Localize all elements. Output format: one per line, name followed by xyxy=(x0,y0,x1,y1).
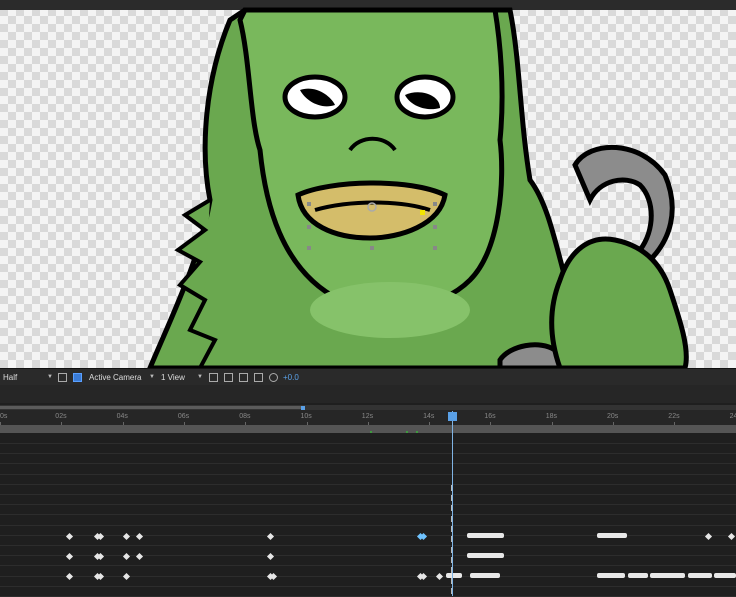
bounding-box-handle xyxy=(307,225,311,229)
ruler-tick-label: 02s xyxy=(55,413,66,420)
keyframe-cluster[interactable] xyxy=(470,573,500,578)
bounding-box-handle xyxy=(370,246,374,250)
bounding-box-handle xyxy=(307,246,311,250)
timeline-navigator[interactable] xyxy=(0,385,736,403)
marker-dot xyxy=(416,431,418,433)
keyframe-cluster[interactable] xyxy=(467,553,504,558)
chevron-down-icon: ▼ xyxy=(197,374,203,380)
current-time-indicator[interactable] xyxy=(448,412,457,421)
ruler-tick-label: 20s xyxy=(607,413,618,420)
ruler-tick-label: 16s xyxy=(484,413,495,420)
snapshot-icon[interactable] xyxy=(239,373,248,382)
timeline-panel: 0s 02s 04s 06s 08s 10s 12s 14s 16s 18s 20s 22s 24 xyxy=(0,385,736,596)
composition-viewer[interactable] xyxy=(0,0,736,368)
layer-tracks xyxy=(0,433,736,596)
viewer-toolbar: Half ▼ Active Camera ▼ 1 View ▼ +0.0 xyxy=(0,368,736,386)
keyframe-cluster[interactable] xyxy=(467,533,504,538)
current-time-indicator-line xyxy=(452,411,453,596)
chin-highlight xyxy=(310,282,470,338)
camera-dropdown[interactable]: Active Camera ▼ xyxy=(89,370,155,384)
camera-label: Active Camera xyxy=(89,373,141,382)
marker-dot xyxy=(406,431,408,433)
exposure-value[interactable]: +0.0 xyxy=(283,373,299,382)
region-of-interest-icon[interactable] xyxy=(58,373,67,382)
keyframe-cluster[interactable] xyxy=(688,573,712,578)
selected-handle xyxy=(420,210,425,215)
exposure-reset-icon[interactable] xyxy=(269,373,278,382)
layer-track[interactable] xyxy=(0,586,736,597)
keyframe-cluster[interactable] xyxy=(650,573,685,578)
marker-dot xyxy=(370,431,372,433)
bounding-box-handle xyxy=(433,225,437,229)
resolution-label: Half xyxy=(3,373,17,382)
keyframe-cluster[interactable] xyxy=(597,573,625,578)
toggle-pixel-aspect-icon[interactable] xyxy=(209,373,218,382)
ruler-tick-label: 08s xyxy=(239,413,250,420)
transparency-grid-icon[interactable] xyxy=(73,373,82,382)
bounding-box-handle xyxy=(307,202,311,206)
ruler-tick-label: 0s xyxy=(0,413,7,420)
flowchart-icon[interactable] xyxy=(254,373,263,382)
view-layout-dropdown[interactable]: 1 View ▼ xyxy=(161,370,203,384)
keyframe-cluster[interactable] xyxy=(714,573,736,578)
bounding-box-handle xyxy=(433,202,437,206)
keyframe-cluster[interactable] xyxy=(597,533,627,538)
composition-duration-bar xyxy=(0,425,736,433)
ruler-tick-label: 06s xyxy=(178,413,189,420)
ruler-tick-label: 04s xyxy=(117,413,128,420)
creature-artwork xyxy=(0,0,736,368)
ruler-tick-label: 12s xyxy=(362,413,373,420)
work-area-range[interactable] xyxy=(0,406,304,409)
bounding-box-handle xyxy=(433,246,437,250)
ruler-tick-label: 18s xyxy=(546,413,557,420)
resolution-dropdown[interactable]: Half ▼ xyxy=(0,370,55,384)
time-ruler[interactable]: 0s 02s 04s 06s 08s 10s 12s 14s 16s 18s 20s 22s 24 xyxy=(0,410,736,425)
keyframe-cluster[interactable] xyxy=(628,573,648,578)
fast-previews-icon[interactable] xyxy=(224,373,233,382)
chevron-down-icon: ▼ xyxy=(149,374,155,380)
chevron-down-icon: ▼ xyxy=(47,374,53,380)
creature-hand xyxy=(552,239,687,368)
keyframe-cluster[interactable] xyxy=(446,573,462,578)
ruler-tick-label: 22s xyxy=(668,413,679,420)
ruler-tick-label: 14s xyxy=(423,413,434,420)
ruler-tick-label: 10s xyxy=(301,413,312,420)
view-layout-label: 1 View xyxy=(161,373,185,382)
ruler-tick-label: 24 xyxy=(730,413,736,420)
